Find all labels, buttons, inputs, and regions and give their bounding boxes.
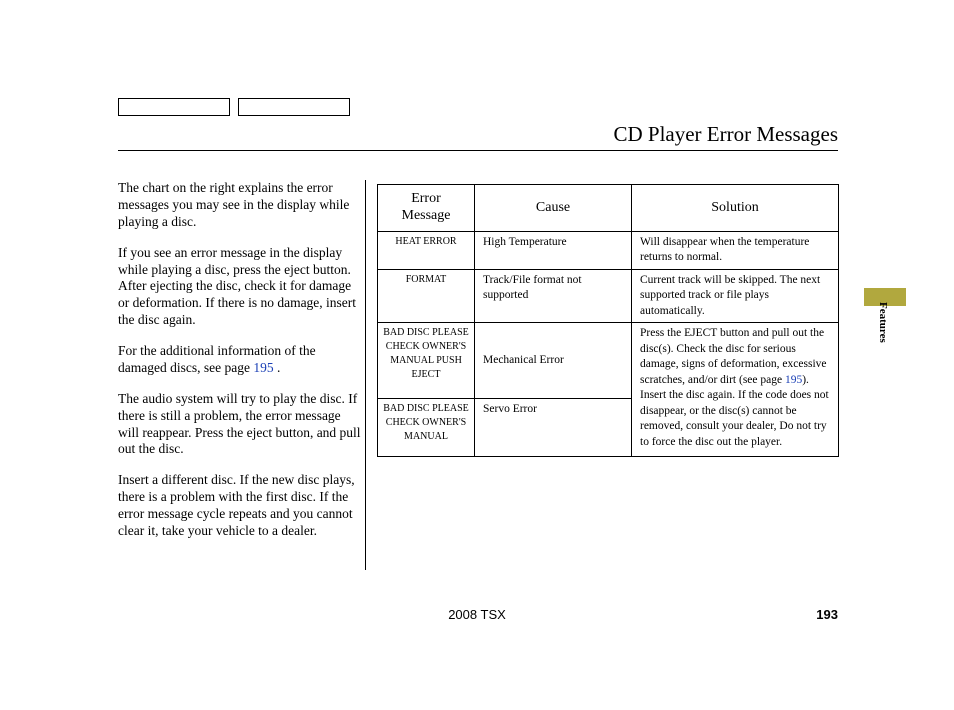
paragraph-4: The audio system will try to play the di… (118, 391, 364, 459)
error-table: Error Message Cause Solution HEAT ERROR … (377, 184, 839, 457)
cell-cause-4: Servo Error (475, 398, 632, 457)
cell-solution-2: Current track will be skipped. The next … (632, 269, 839, 323)
paragraph-3b: . (274, 360, 281, 375)
cell-solution-1: Will disappear when the temperature retu… (632, 231, 839, 269)
body-text-column: The chart on the right explains the erro… (118, 180, 364, 554)
table-row: HEAT ERROR High Temperature Will disappe… (378, 231, 839, 269)
table-row: FORMAT Track/File format not supported C… (378, 269, 839, 323)
page-title: CD Player Error Messages (613, 122, 838, 147)
section-label: Features (877, 302, 889, 343)
cell-msg-2: FORMAT (378, 269, 475, 323)
cell-msg-3: BAD DISC PLEASE CHECK OWNER'S MANUAL PUS… (378, 323, 475, 398)
footer-model: 2008 TSX (0, 607, 954, 622)
paragraph-5: Insert a different disc. If the new disc… (118, 472, 364, 540)
paragraph-3a: For the additional information of the da… (118, 343, 316, 375)
title-rule (118, 150, 838, 151)
cell-cause-2: Track/File format not supported (475, 269, 632, 323)
header-tab-2 (238, 98, 350, 116)
cell-solution-merged: Press the EJECT button and pull out the … (632, 323, 839, 457)
cell-msg-4: BAD DISC PLEASE CHECK OWNER'S MANUAL (378, 398, 475, 457)
paragraph-3: For the additional information of the da… (118, 343, 364, 377)
paragraph-2: If you see an error message in the displ… (118, 245, 364, 329)
column-divider (365, 180, 366, 570)
th-cause: Cause (475, 185, 632, 232)
paragraph-1: The chart on the right explains the erro… (118, 180, 364, 231)
th-solution: Solution (632, 185, 839, 232)
header-tabs (118, 98, 350, 116)
page-link-195-table[interactable]: 195 (785, 374, 802, 386)
cell-cause-3: Mechanical Error (475, 323, 632, 398)
cell-cause-1: High Temperature (475, 231, 632, 269)
cell-msg-1: HEAT ERROR (378, 231, 475, 269)
th-error-message: Error Message (378, 185, 475, 232)
page-link-195[interactable]: 195 (253, 360, 273, 375)
header-tab-1 (118, 98, 230, 116)
table-row: BAD DISC PLEASE CHECK OWNER'S MANUAL PUS… (378, 323, 839, 398)
footer-page-number: 193 (816, 607, 838, 622)
